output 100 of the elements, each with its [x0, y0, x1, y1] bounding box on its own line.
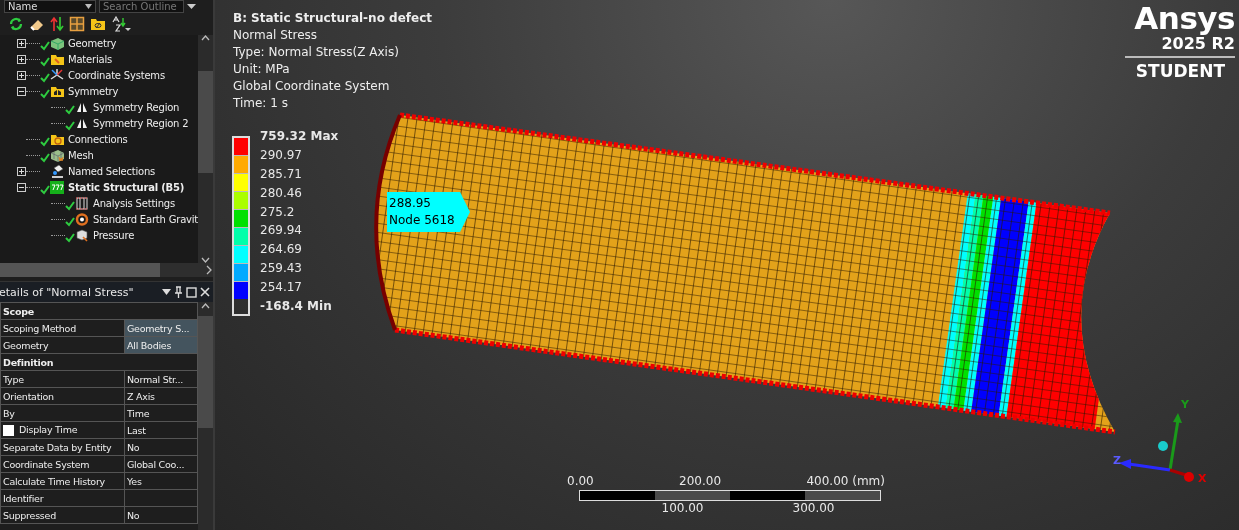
caret-icon	[85, 4, 92, 9]
scale-label: 0.00	[567, 474, 594, 490]
folder-icon[interactable]	[90, 16, 106, 32]
selection-icon	[50, 164, 64, 178]
property-value[interactable]: No	[124, 506, 198, 524]
sort-icon[interactable]	[111, 16, 131, 32]
tree-item[interactable]: Symmetry	[0, 83, 198, 99]
tree-item[interactable]: Analysis Settings	[0, 195, 198, 211]
axis-label: Y	[1181, 398, 1189, 411]
folder-icon	[50, 84, 64, 98]
property-value[interactable]: Z Axis	[124, 387, 198, 405]
scrollbar[interactable]	[198, 302, 213, 530]
close-icon[interactable]	[200, 287, 210, 297]
property-label: Coordinate System	[0, 455, 125, 473]
tree-item[interactable]: Standard Earth Gravit	[0, 211, 198, 227]
box-icon	[50, 36, 64, 50]
legend-label: 254.17	[260, 279, 303, 297]
checkbox[interactable]	[3, 425, 14, 436]
legend-label: -168.4 Min	[260, 298, 333, 315]
result-info: Unit: MPa	[233, 61, 291, 78]
result-info: Normal Stress	[233, 27, 319, 44]
legend-label: 759.32 Max	[260, 128, 339, 145]
y-axis-arrow	[1168, 413, 1182, 471]
panel-title: etails of "Normal Stress"	[0, 285, 135, 299]
scrollbar[interactable]	[0, 263, 213, 277]
tree-item[interactable]: Pressure	[0, 227, 198, 243]
scale-label: 300.00	[792, 501, 835, 515]
tree-item[interactable]: Symmetry Region 2	[0, 115, 198, 131]
section-header: Scope	[0, 302, 198, 320]
pin-icon[interactable]	[174, 286, 183, 298]
expander-icon[interactable]	[17, 38, 26, 48]
expander-icon[interactable]	[17, 182, 26, 192]
edition-text: STUDENT	[1135, 61, 1225, 81]
tree-item[interactable]: Static Structural (B5)	[0, 179, 198, 195]
scroll-right-icon[interactable]	[205, 265, 213, 275]
result-info: Time: 1 s	[233, 95, 289, 112]
tree-item[interactable]: Geometry	[0, 35, 198, 51]
tree-item[interactable]: Named Selections	[0, 163, 198, 179]
sort-arrows-icon[interactable]	[50, 16, 64, 32]
caret-icon[interactable]	[187, 3, 196, 10]
property-value[interactable]: Yes	[124, 472, 198, 490]
z-axis-arrow	[1119, 459, 1171, 472]
tree-item[interactable]: Connections	[0, 131, 198, 147]
logo-text: Ansys	[1134, 2, 1235, 34]
scale-label: 400.00 (mm)	[806, 474, 885, 490]
scroll-up-icon[interactable]	[201, 302, 210, 310]
origin-sphere	[1158, 441, 1168, 451]
legend-label: 280.46	[260, 184, 303, 202]
property-value[interactable]: Normal Str...	[124, 370, 198, 388]
scale-label: 100.00	[661, 501, 704, 515]
cube-icon	[75, 228, 89, 242]
scroll-up-icon[interactable]	[201, 35, 210, 41]
tree-item[interactable]: Symmetry Region	[0, 99, 198, 115]
filter-dropdown[interactable]: Name	[4, 0, 96, 13]
section-header: Definition	[0, 353, 198, 371]
tree-item[interactable]: Materials	[0, 51, 198, 67]
property-label: Separate Data by Entity	[0, 438, 125, 456]
mesh-icon	[50, 148, 64, 162]
expander-icon[interactable]	[17, 86, 26, 96]
scale-label: 200.00	[679, 474, 722, 490]
axis-label: X	[1198, 472, 1207, 485]
scrollbar[interactable]	[198, 35, 213, 263]
property-value[interactable]: Global Coo...	[124, 455, 198, 473]
folder-icon	[50, 52, 64, 66]
expander-icon[interactable]	[17, 70, 26, 80]
result-info: Type: Normal Stress(Z Axis)	[233, 44, 400, 61]
grid-icon	[75, 196, 89, 210]
analysis-icon	[50, 180, 64, 194]
search-field[interactable]: Search Outline	[99, 0, 184, 13]
folder-icon	[50, 132, 64, 146]
property-label: Display Time	[19, 424, 78, 435]
version-text: 2025 R2	[1161, 34, 1235, 54]
tree-item[interactable]: Coordinate Systems	[0, 67, 198, 83]
refresh-icon[interactable]	[8, 16, 24, 32]
property-label: Geometry	[0, 336, 125, 354]
axes-icon	[50, 68, 64, 82]
ring-icon	[75, 212, 89, 226]
property-value[interactable]: No	[124, 438, 198, 456]
legend-label: 269.94	[260, 222, 303, 240]
legend-label: 264.69	[260, 241, 303, 259]
legend-label: 290.97	[260, 146, 303, 164]
property-label: Suppressed	[0, 506, 125, 524]
property-label: Scoping Method	[0, 319, 125, 337]
maximize-icon[interactable]	[186, 286, 197, 298]
property-label: Identifier	[0, 489, 125, 507]
expander-icon[interactable]	[17, 166, 26, 176]
axis-label: Z	[1113, 454, 1121, 467]
property-value[interactable]: Time	[124, 404, 198, 422]
expander-icon[interactable]	[17, 54, 26, 64]
check-icon	[40, 185, 50, 195]
scroll-down-icon[interactable]	[201, 257, 210, 263]
property-label: Type	[0, 370, 125, 388]
x-axis-arrow	[1169, 468, 1194, 482]
caret-icon[interactable]	[162, 289, 171, 295]
tree-item[interactable]: Mesh	[0, 147, 198, 163]
grid-icon[interactable]	[69, 16, 85, 32]
property-label: Calculate Time History	[0, 472, 125, 490]
property-value[interactable]: Last	[124, 421, 198, 439]
property-label: By	[0, 404, 125, 422]
probe-node-text: Node 5618	[389, 212, 456, 229]
